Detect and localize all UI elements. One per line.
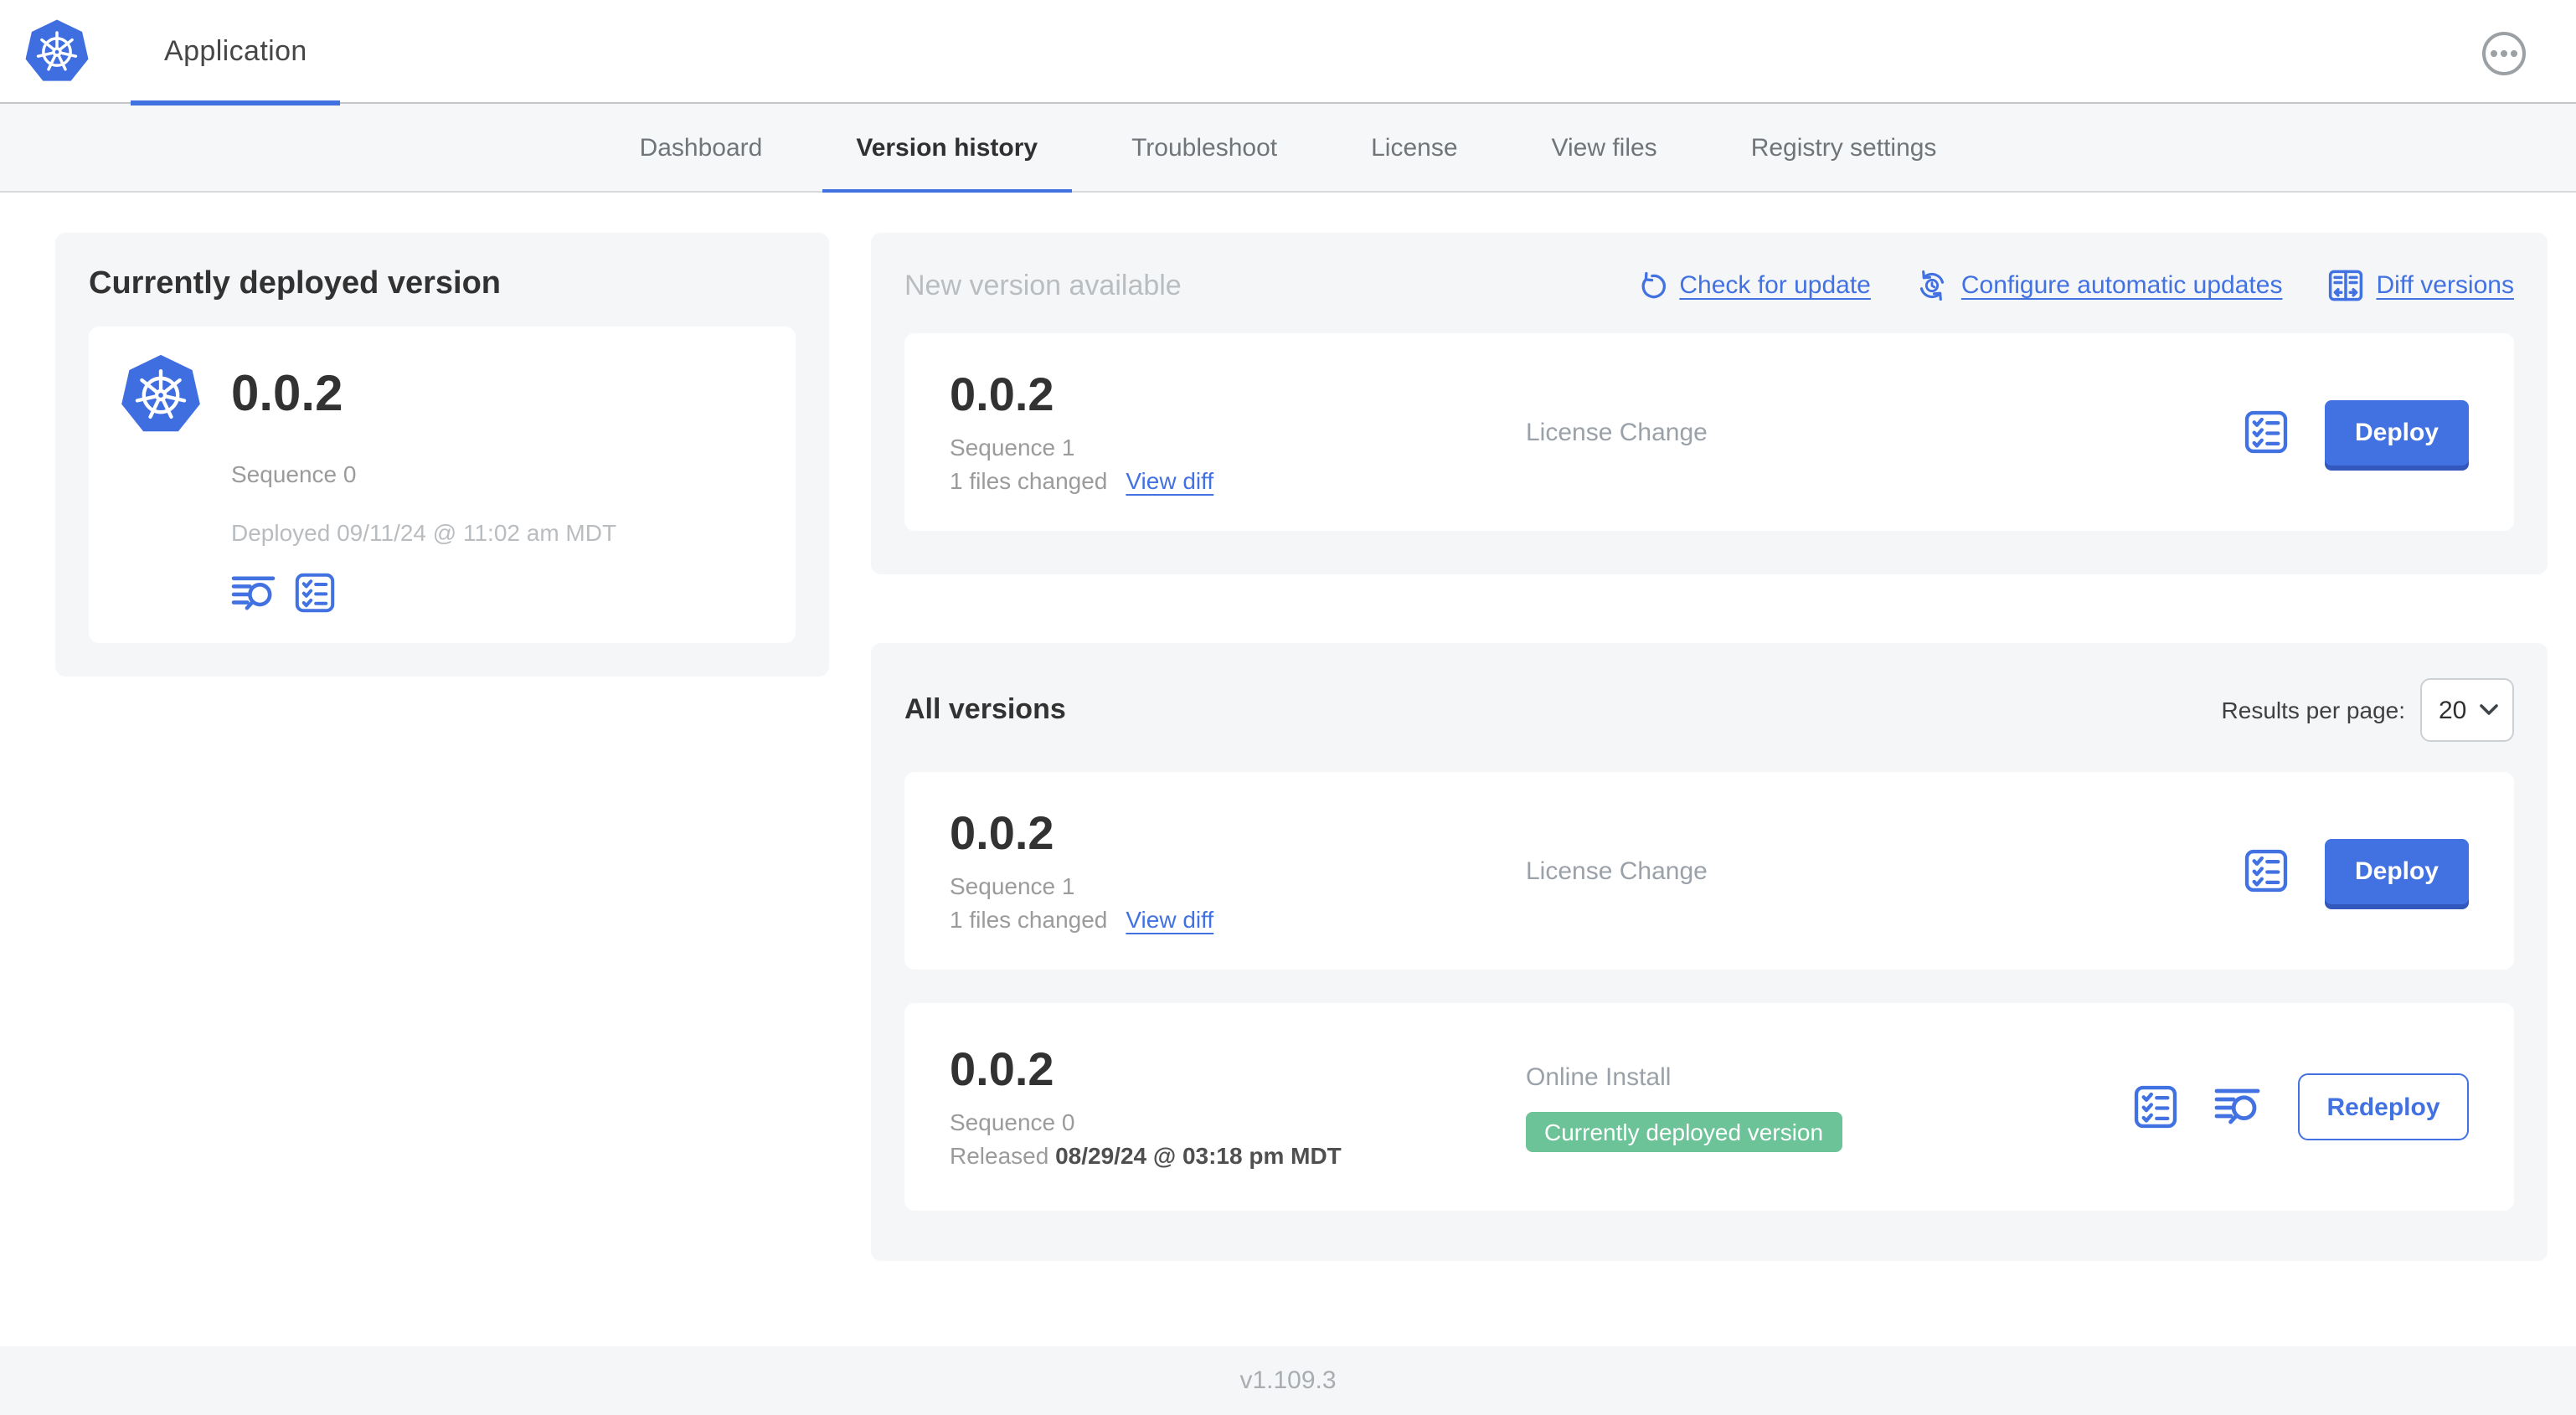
version-row: 0.0.2 Sequence 0 Released 08/29/24 @ 03:…: [904, 1003, 2514, 1211]
view-logs-button[interactable]: [2214, 1087, 2261, 1127]
preflight-checks-button[interactable]: [295, 573, 335, 613]
main-content: Currently deployed version 0.0.2 Sequenc…: [0, 193, 2576, 1346]
configure-automatic-updates-link[interactable]: Configure automatic updates: [1916, 270, 2282, 301]
overflow-menu-button[interactable]: [2482, 32, 2526, 75]
currently-deployed-card: 0.0.2 Sequence 0 Deployed 09/11/24 @ 11:…: [89, 327, 796, 643]
view-diff-link[interactable]: View diff: [1126, 466, 1213, 493]
view-logs-icon: [231, 574, 276, 612]
view-logs-button[interactable]: [231, 574, 276, 612]
currently-deployed-panel: Currently deployed version 0.0.2 Sequenc…: [55, 233, 829, 677]
tab-view-files[interactable]: View files: [1505, 104, 1704, 193]
app-header: Application: [0, 0, 2576, 105]
active-app-indicator: [131, 100, 341, 105]
redeploy-button[interactable]: Redeploy: [2298, 1073, 2469, 1140]
app-footer: v1.109.3: [0, 1346, 2576, 1415]
kubernetes-logo-icon[interactable]: [23, 18, 90, 85]
version-source: License Change: [1526, 857, 1708, 885]
new-version-card: 0.0.2 Sequence 1 1 files changed View di…: [904, 333, 2514, 531]
preflight-checklist-icon: [2134, 1085, 2177, 1129]
console-version: v1.109.3: [1239, 1366, 1337, 1395]
preflight-checks-button[interactable]: [2134, 1085, 2177, 1129]
version-row: 0.0.2 Sequence 1 1 files changed View di…: [904, 772, 2514, 970]
tab-troubleshoot[interactable]: Troubleshoot: [1084, 104, 1324, 193]
schedule-update-icon: [1916, 270, 1948, 301]
app-tab[interactable]: Application: [131, 0, 341, 105]
version-number: 0.0.2: [950, 368, 1054, 421]
version-sequence: Sequence 1: [950, 433, 1075, 461]
version-sequence: Sequence 1: [950, 872, 1075, 899]
new-version-heading: New version available: [904, 269, 1182, 301]
ellipsis-icon: [2491, 50, 2497, 57]
version-number: 0.0.2: [950, 1043, 1054, 1096]
version-number: 0.0.2: [950, 807, 1054, 860]
results-per-page-select[interactable]: 20: [2420, 678, 2514, 742]
status-badge: Currently deployed version: [1526, 1111, 1842, 1151]
version-sequence: Sequence 0: [950, 1108, 1075, 1135]
currently-deployed-panel-wrap: Currently deployed version 0.0.2 Sequenc…: [55, 233, 829, 677]
refresh-icon: [1636, 270, 1666, 301]
deployed-sequence: Sequence 0: [231, 461, 357, 487]
check-for-update-link[interactable]: Check for update: [1636, 270, 1871, 301]
deployed-timestamp: Deployed 09/11/24 @ 11:02 am MDT: [231, 519, 617, 546]
view-logs-icon: [2214, 1087, 2261, 1127]
app-title: Application: [164, 34, 307, 66]
deployed-version-number: 0.0.2: [231, 367, 343, 422]
version-source: License Change: [1526, 418, 1708, 446]
tab-version-history[interactable]: Version history: [809, 104, 1084, 194]
preflight-checklist-icon: [2244, 410, 2288, 454]
all-versions-heading: All versions: [904, 693, 1066, 725]
deploy-button[interactable]: Deploy: [2325, 838, 2469, 903]
preflight-checks-button[interactable]: [2244, 849, 2288, 893]
tab-dashboard[interactable]: Dashboard: [593, 104, 810, 193]
kubernetes-logo-icon: [119, 353, 203, 437]
deploy-button[interactable]: Deploy: [2325, 399, 2469, 465]
preflight-checklist-icon: [295, 573, 335, 613]
diff-versions-link[interactable]: Diff versions: [2327, 268, 2514, 303]
tab-registry-settings[interactable]: Registry settings: [1704, 104, 1984, 193]
files-changed-text: 1 files changed: [950, 905, 1108, 933]
files-changed-text: 1 files changed: [950, 466, 1108, 494]
app-viewport: Application Dashboard Version history Tr…: [0, 0, 2576, 1415]
preflight-checks-button[interactable]: [2244, 410, 2288, 454]
view-diff-link[interactable]: View diff: [1126, 905, 1213, 932]
released-timestamp: Released 08/29/24 @ 03:18 pm MDT: [950, 1141, 1342, 1169]
chevron-down-icon: [2479, 703, 2499, 717]
version-source: Online Install: [1526, 1063, 1672, 1091]
all-versions-panel: All versions Results per page: 20 0.0.2 …: [871, 643, 2548, 1261]
diff-icon: [2327, 268, 2362, 303]
versions-column: New version available Check for update C…: [871, 233, 2548, 1261]
currently-deployed-heading: Currently deployed version: [89, 266, 502, 301]
preflight-checklist-icon: [2244, 849, 2288, 893]
new-version-panel: New version available Check for update C…: [871, 233, 2548, 574]
section-tab-bar: Dashboard Version history Troubleshoot L…: [0, 104, 2576, 194]
tab-license[interactable]: License: [1324, 104, 1504, 193]
results-per-page-label: Results per page:: [2221, 697, 2405, 723]
